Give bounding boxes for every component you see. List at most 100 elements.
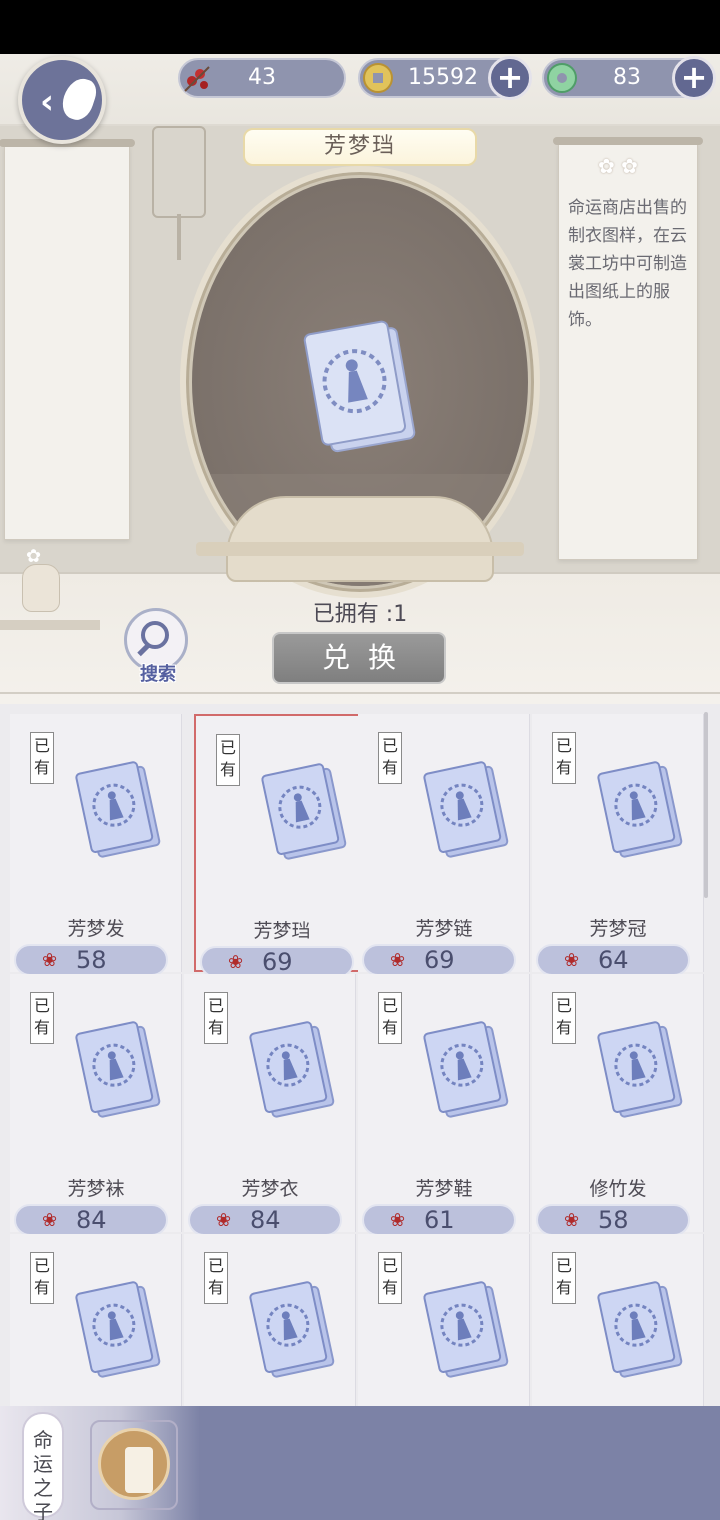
owned-tag: 已有 — [378, 1252, 402, 1304]
side-table — [0, 620, 100, 630]
price-value: 61 — [424, 1206, 455, 1234]
clothing-pattern-icon — [422, 760, 514, 860]
item-name: 芳梦珰 — [253, 920, 311, 942]
item-cell[interactable]: 已有芳梦珰 ❀ 69 — [194, 714, 366, 978]
red-berry-icon: ❀ — [42, 1210, 58, 1231]
item-cell[interactable]: 已有 — [10, 1234, 182, 1406]
price-tag: ❀ 84 — [188, 1204, 342, 1236]
status-bar — [0, 0, 720, 54]
item-cell[interactable]: 已有芳梦冠 ❀ 64 — [532, 714, 704, 976]
item-cell[interactable]: 已有芳梦衣 ❀ 84 — [184, 974, 356, 1236]
owned-tag: 已有 — [204, 1252, 228, 1304]
clothing-pattern-icon — [596, 1020, 688, 1120]
red-berry-icon: ❀ — [564, 1210, 580, 1231]
back-arrow-icon: ‹ — [40, 82, 55, 122]
owned-tag: 已有 — [552, 1252, 576, 1304]
clothing-pattern-icon — [303, 320, 416, 453]
bottom-tab-bar: 命运之子 — [0, 1406, 720, 1520]
magnifier-handle — [137, 642, 151, 657]
owned-tag: 已有 — [552, 992, 576, 1044]
item-cell[interactable]: 已有芳梦发 ❀ 58 — [10, 714, 182, 976]
butterfly-icon — [58, 74, 100, 124]
item-name: 芳梦鞋 — [415, 1178, 473, 1200]
search-label[interactable]: 搜索 — [130, 660, 186, 686]
price-tag: ❀ 69 — [362, 944, 516, 976]
price-tag: ❀ 58 — [536, 1204, 690, 1236]
clothing-pattern-icon — [248, 1280, 340, 1380]
owned-count-label: 已拥有 :1 — [312, 602, 408, 627]
grid-scrollbar[interactable] — [704, 712, 708, 898]
red-berry-icon: ❀ — [228, 952, 244, 973]
item-cell[interactable]: 已有修竹发 ❀ 58 — [532, 974, 704, 1236]
jade-count: 83 — [613, 65, 641, 90]
price-tag: ❀ 61 — [362, 1204, 516, 1236]
price-tag: ❀ 58 — [14, 944, 168, 976]
owned-tag: 已有 — [30, 992, 54, 1044]
item-cell[interactable]: 已有 — [532, 1234, 704, 1406]
flower-branch-icon: ✿ ✿ — [598, 154, 638, 178]
lantern-icon — [152, 126, 206, 218]
red-berry-icon — [176, 56, 220, 100]
item-cell[interactable]: 已有芳梦袜 ❀ 84 — [10, 974, 182, 1236]
vase-icon — [22, 564, 60, 612]
jade-icon — [540, 56, 584, 100]
price-value: 58 — [76, 946, 107, 974]
price-value: 58 — [598, 1206, 629, 1234]
item-grid[interactable]: 已有 芳梦发 ❀ 58 已有 芳梦珰 ❀ 69 已有 芳梦链 ❀ 69 已有 芳梦冠 ❀ 64 已有 芳梦袜 ❀ 84… — [0, 704, 720, 1406]
clothing-pattern-icon — [422, 1020, 514, 1120]
red-berry-icon: ❀ — [42, 950, 58, 971]
price-value: 64 — [598, 946, 629, 974]
red-berry-icon: ❀ — [390, 950, 406, 971]
clothing-pattern-icon — [596, 760, 688, 860]
red-berry-icon: ❀ — [390, 1210, 406, 1231]
item-name: 修竹发 — [589, 1178, 647, 1200]
mirror-base — [196, 542, 524, 556]
tab-fate-child[interactable]: 命运之子 — [22, 1412, 64, 1520]
price-value: 84 — [76, 1206, 107, 1234]
floor-line — [0, 692, 720, 694]
copper-coin-icon — [356, 56, 400, 100]
clothing-pattern-icon — [596, 1280, 688, 1380]
lantern-tassel — [177, 214, 181, 260]
owned-tag: 已有 — [378, 992, 402, 1044]
clothing-pattern-icon — [74, 760, 166, 860]
owned-tag: 已有 — [216, 734, 240, 786]
red-berry-icon: ❀ — [564, 950, 580, 971]
price-value: 69 — [424, 946, 455, 974]
add-coins-button[interactable]: + — [488, 56, 532, 100]
item-description: 命运商店出售的制衣图样，在云裳工坊中可制造出图纸上的服饰。 — [568, 198, 687, 330]
owned-tag: 已有 — [204, 992, 228, 1044]
item-name: 芳梦发 — [67, 918, 125, 940]
left-hanging-scroll — [0, 139, 135, 540]
jade-counter: 83 + — [540, 56, 716, 100]
fruit-count: 43 — [248, 65, 276, 90]
clothing-pattern-icon — [260, 762, 352, 862]
coin-counter: 15592 + — [356, 56, 532, 100]
price-tag: ❀ 64 — [536, 944, 690, 976]
fruit-counter: 43 — [178, 58, 346, 98]
item-name: 芳梦衣 — [241, 1178, 299, 1200]
owned-tag: 已有 — [552, 732, 576, 784]
coin-count: 15592 — [408, 65, 478, 90]
item-cell[interactable]: 已有芳梦链 ❀ 69 — [358, 714, 530, 976]
tab-thread-spool[interactable] — [90, 1420, 178, 1510]
item-name: 芳梦链 — [415, 918, 473, 940]
back-button[interactable]: ‹ — [18, 56, 106, 144]
item-cell[interactable]: 已有芳梦鞋 ❀ 61 — [358, 974, 530, 1236]
owned-tag: 已有 — [30, 732, 54, 784]
item-name: 芳梦冠 — [589, 918, 647, 940]
thread-spool-icon — [98, 1428, 170, 1500]
red-berry-icon: ❀ — [216, 1210, 232, 1231]
price-tag: ❀ 84 — [14, 1204, 168, 1236]
owned-tag: 已有 — [378, 732, 402, 784]
flower-icon: ✿ — [26, 546, 42, 567]
item-cell[interactable]: 已有 — [358, 1234, 530, 1406]
add-jade-button[interactable]: + — [672, 56, 716, 100]
exchange-button[interactable]: 兑换 — [272, 632, 446, 684]
price-value: 69 — [262, 948, 293, 976]
item-name-plate: 芳梦珰 — [243, 128, 477, 166]
owned-tag: 已有 — [30, 1252, 54, 1304]
item-cell[interactable]: 已有 — [184, 1234, 356, 1406]
item-name: 芳梦袜 — [67, 1178, 125, 1200]
mirror-stand — [226, 496, 494, 582]
